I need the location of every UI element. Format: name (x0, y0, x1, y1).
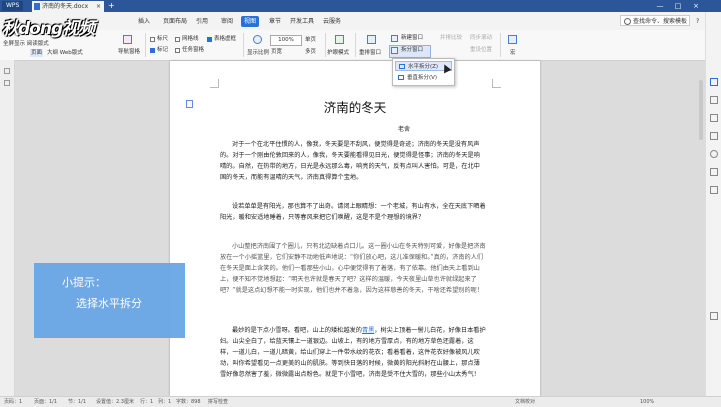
margin-marker (492, 79, 501, 88)
title-bar: WPS 济南的冬天.docx × + — □ × (0, 0, 721, 12)
side-by-side-button[interactable]: 并排比较 (440, 34, 462, 42)
markup-label: 标记 (157, 47, 169, 53)
menu-developer[interactable]: 开发工具 (287, 16, 317, 27)
paragraph-marker-icon (186, 100, 193, 108)
split-window-icon (391, 47, 398, 54)
macro-label[interactable]: 宏 (510, 49, 516, 57)
rearrange-windows-icon[interactable] (367, 35, 376, 44)
close-window-button[interactable]: × (687, 0, 705, 12)
table-gridlines-checkbox[interactable] (207, 37, 212, 42)
close-tab-icon[interactable]: × (96, 1, 101, 12)
paragraph: 最妙的是下点小雪呀。看吧，山上的矮松越发的青黑，树尖上顶着一髻儿白花，好像日本看… (220, 325, 486, 393)
new-tab-button[interactable]: + (108, 0, 115, 12)
spelling-link[interactable]: 青黑 (362, 327, 374, 334)
toolbar-icon[interactable] (4, 80, 10, 86)
help-button[interactable]: ? (693, 16, 702, 27)
sidebar-icon[interactable] (710, 168, 718, 176)
horizontal-split-icon (399, 64, 405, 69)
paragraph-text: 最妙的是下点小雪呀。看吧，山上的矮松越发的 (232, 327, 362, 334)
minimize-button[interactable]: — (651, 0, 669, 12)
table-gridlines-label: 表格虚框 (214, 36, 237, 42)
ribbon-separator (500, 33, 501, 57)
eye-protection-icon[interactable] (335, 35, 344, 44)
menu-insert[interactable]: 插入 (135, 16, 153, 27)
app-menu-button[interactable]: WPS (2, 1, 24, 11)
left-toolbar (0, 60, 15, 396)
task-pane-label: 任务窗格 (182, 47, 205, 53)
ribbon-separator (355, 33, 356, 57)
sync-scroll-button[interactable]: 同步滚动 (470, 34, 492, 42)
paragraph: 设若单单是有阳光，那也算不了出奇。请闭上眼睛想：一个老城，有山有水，全在天底下晒… (220, 203, 486, 221)
tip-title: 小提示： (62, 276, 106, 289)
new-window-icon (391, 35, 398, 42)
navigation-pane-icon[interactable] (123, 35, 132, 44)
sidebar-icon[interactable] (710, 150, 718, 158)
task-pane-checkbox[interactable] (175, 48, 180, 53)
menu-cloud[interactable]: 云服务 (320, 16, 344, 27)
command-search-input[interactable]: 查找命令、搜索模板 (620, 15, 690, 26)
document-tab-label: 济南的冬天.docx (42, 3, 89, 10)
ruler-checkbox[interactable] (150, 37, 155, 42)
gridlines-label: 网格线 (182, 36, 199, 42)
zoom-value-input[interactable]: 100% (270, 35, 302, 46)
paragraph: 对于一个在北平住惯的人，像我，冬天要是不刮风，便觉得是奇迹；济南的冬天是没有风声… (220, 141, 480, 181)
page-view-button[interactable]: 页面 (30, 49, 44, 57)
menu-page-layout[interactable]: 页面布局 (160, 16, 190, 27)
sidebar-icon[interactable] (710, 186, 718, 194)
search-placeholder: 查找命令、搜索模板 (633, 18, 688, 25)
horizontal-split-label: 水平拆分(Z) (408, 64, 439, 70)
rearrange-windows-label[interactable]: 重排窗口 (359, 49, 381, 57)
tip-overlay: 小提示： 选择水平拆分 (34, 263, 185, 338)
zoom-icon[interactable] (253, 35, 262, 44)
watermark-logo: 秋dong视频 (2, 19, 95, 39)
vertical-scrollbar[interactable] (699, 80, 703, 140)
vertical-split-icon (398, 75, 404, 80)
reset-position-button[interactable]: 重设位置 (470, 46, 492, 54)
vertical-split-option[interactable]: 垂直拆分(V) (395, 73, 452, 83)
vertical-split-label: 垂直拆分(V) (407, 75, 438, 81)
gridlines-checkbox[interactable] (175, 37, 180, 42)
sidebar-icon[interactable] (710, 96, 718, 104)
menu-chapter[interactable]: 章节 (266, 16, 284, 27)
document-page[interactable]: 济南的冬天 老舍 对于一个在北平住惯的人，像我，冬天要是不刮风，便觉得是奇迹；济… (170, 61, 540, 396)
margin-marker (210, 79, 219, 88)
view-modes-row2[interactable]: 大纲 Web版式 (47, 49, 83, 57)
document-icon (34, 3, 40, 10)
page-width-button[interactable]: 页宽 (271, 48, 282, 56)
menu-view[interactable]: 视图 (241, 16, 260, 27)
navigation-pane-label[interactable]: 导航窗格 (118, 48, 140, 56)
menu-review[interactable]: 审阅 (218, 16, 236, 27)
maximize-button[interactable]: □ (669, 0, 687, 12)
eye-protection-label[interactable]: 护眼模式 (327, 49, 349, 57)
menu-references[interactable]: 引用 (193, 16, 211, 27)
zoom-label[interactable]: 显示比例 (247, 49, 269, 57)
document-title: 济南的冬天 (323, 100, 387, 115)
ribbon-separator (243, 33, 244, 57)
paragraph: 小山整把济南围了个圈儿，只有北边缺着点口儿。这一圈小山在冬天特别可爱，好像是把济… (220, 243, 486, 294)
new-window-button[interactable]: 新建窗口 (401, 34, 423, 42)
sidebar-icon[interactable] (710, 78, 718, 86)
tip-text: 选择水平拆分 (76, 297, 142, 310)
ribbon-separator (145, 33, 146, 57)
view-modes-row1[interactable]: 全屏显示 阅读版式 (3, 40, 49, 48)
toolbar-icon[interactable] (4, 68, 10, 74)
search-icon (624, 18, 631, 25)
paragraph-text: ，树尖上顶着一髻儿白花，好像日本看护妇。山尖全白了，给蓝天镶上一道银边。山坡上，… (220, 327, 486, 378)
right-sidebar (705, 12, 721, 396)
sidebar-icon[interactable] (710, 132, 718, 140)
ruler-label: 标尺 (157, 36, 169, 42)
markup-checkbox[interactable] (150, 48, 155, 53)
split-window-label: 拆分窗口 (401, 47, 424, 53)
ribbon-separator (325, 33, 326, 57)
sidebar-icon[interactable] (710, 312, 718, 320)
document-author: 老舍 (398, 126, 411, 133)
multi-page-button[interactable]: 多页 (305, 48, 316, 56)
document-tab[interactable]: 济南的冬天.docx × (32, 1, 104, 12)
macro-icon[interactable] (508, 35, 517, 44)
status-bar: 页码：1 页面：1/1 节：1/1 设置值：2.3厘米 行：1 列：1 字数：8… (0, 396, 721, 407)
sidebar-icon[interactable] (710, 114, 718, 122)
one-page-button[interactable]: 单页 (305, 36, 316, 44)
menu-bar: 插入 页面布局 引用 审阅 视图 章节 开发工具 云服务 查找命令、搜索模板 ? (0, 12, 721, 31)
ribbon-view: 全屏显示 阅读版式 页面 大纲 Web版式 导航窗格 标尺 网格线 表格虚框 标… (0, 30, 721, 61)
